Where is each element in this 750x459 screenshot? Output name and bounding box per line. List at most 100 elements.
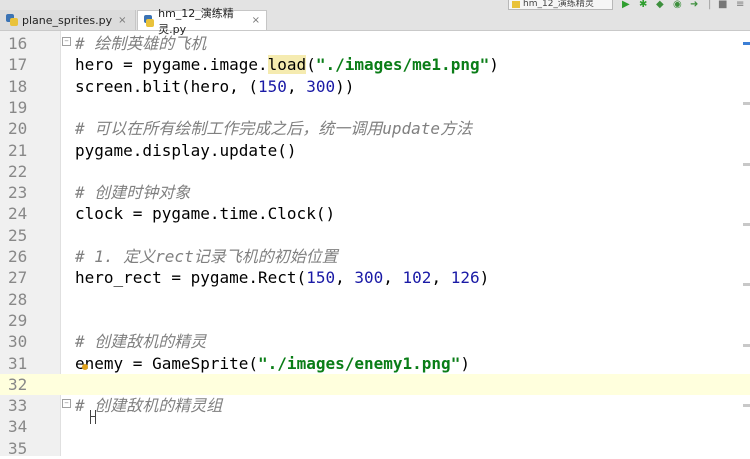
profile-icon[interactable]: ◉ bbox=[673, 0, 682, 10]
line-number: 26 bbox=[8, 247, 28, 266]
code-token: )) bbox=[335, 76, 355, 96]
code-token: 102 bbox=[402, 268, 432, 288]
coverage-icon[interactable]: ◆ bbox=[656, 0, 664, 10]
code-line[interactable]: 19 bbox=[0, 97, 750, 118]
code-line[interactable]: 28 bbox=[0, 289, 750, 310]
code-line[interactable]: 33 # 创建敌机的精灵组 bbox=[0, 395, 750, 416]
code-token: 126 bbox=[450, 268, 480, 288]
python-file-icon bbox=[512, 1, 520, 8]
code-text: screen.blit(hero, (150, 300)) bbox=[75, 76, 354, 97]
code-token: hero_rect = pygame.Rect( bbox=[75, 268, 307, 288]
line-number: 25 bbox=[8, 225, 28, 245]
code-line[interactable]: 23 # 创建时钟对象 bbox=[0, 182, 750, 203]
code-text: clock = pygame.time.Clock() bbox=[75, 203, 335, 224]
code-token: "./images/me1.png" bbox=[315, 55, 490, 75]
debug-icon[interactable]: ✱ bbox=[639, 0, 647, 10]
line-number: 31 bbox=[8, 353, 28, 373]
code-text: # 1. 定义rect记录飞机的初始位置 bbox=[75, 246, 338, 267]
code-token: # 绘制英雄的飞机 bbox=[75, 34, 207, 53]
scroll-marker[interactable] bbox=[743, 102, 750, 105]
code-line[interactable]: 27 hero_rect = pygame.Rect(150, 300, 102,… bbox=[0, 267, 750, 288]
code-line[interactable]: 24 clock = pygame.time.Clock() bbox=[0, 203, 750, 224]
scroll-marker[interactable] bbox=[743, 404, 750, 407]
code-token: screen.blit(hero, ( bbox=[75, 76, 259, 96]
code-line[interactable]: 17 hero = pygame.image.load("./images/me1… bbox=[0, 54, 750, 75]
code-line[interactable]: 25 bbox=[0, 225, 750, 246]
code-text: pygame.display.update() bbox=[75, 140, 297, 161]
line-number: 21 bbox=[8, 140, 28, 160]
fold-icon[interactable]: − bbox=[62, 399, 71, 408]
code-token: , bbox=[286, 76, 307, 96]
code-text: # 创建敌机的精灵组 bbox=[75, 395, 222, 416]
scroll-marker[interactable] bbox=[743, 223, 750, 226]
code-token: # 1. 定义rect记录飞机的初始位置 bbox=[75, 247, 338, 266]
tab-label: plane_sprites.py bbox=[22, 13, 113, 27]
line-number: 33 bbox=[8, 396, 28, 416]
code-line[interactable]: 31 enemy = GameSprite("./images/enemy1.pn… bbox=[0, 353, 750, 374]
settings-icon[interactable]: ≡ bbox=[736, 0, 744, 10]
code-token: ) bbox=[479, 268, 490, 288]
code-line[interactable]: 20 # 可以在所有绘制工作完成之后，统一调用update方法 bbox=[0, 118, 750, 139]
code-token: , bbox=[335, 268, 355, 288]
python-file-icon bbox=[144, 14, 155, 27]
concurrency-icon[interactable]: ➜ bbox=[690, 0, 698, 10]
line-number: 18 bbox=[8, 76, 28, 96]
line-number: 34 bbox=[8, 417, 28, 437]
close-icon[interactable]: × bbox=[252, 15, 260, 26]
scroll-marker[interactable] bbox=[743, 42, 750, 45]
code-token: enemy = GameSprite( bbox=[75, 353, 259, 373]
code-token: , bbox=[431, 268, 451, 288]
line-number: 29 bbox=[8, 310, 28, 330]
code-token: 150 bbox=[306, 268, 336, 288]
run-config-dropdown[interactable]: hm_12_演练精灵 bbox=[508, 0, 613, 10]
code-line[interactable]: 21 pygame.display.update() bbox=[0, 140, 750, 161]
line-number: 23 bbox=[8, 183, 28, 203]
fold-icon[interactable]: − bbox=[62, 37, 71, 46]
code-line[interactable]: 30 # 创建敌机的精灵 bbox=[0, 331, 750, 352]
code-text: # 创建时钟对象 bbox=[75, 182, 190, 203]
code-token: hero = pygame.image. bbox=[75, 55, 268, 75]
run-config-label: hm_12_演练精灵 bbox=[523, 0, 594, 9]
code-text: hero = pygame.image.load("./images/me1.p… bbox=[75, 54, 499, 75]
code-line[interactable]: 32 bbox=[0, 373, 750, 396]
code-token: clock = pygame.time.Clock() bbox=[75, 204, 336, 224]
run-icon[interactable]: ▶ bbox=[622, 0, 630, 10]
code-token: ( bbox=[306, 55, 316, 75]
code-line[interactable]: 26 # 1. 定义rect记录飞机的初始位置 bbox=[0, 246, 750, 267]
line-number: 19 bbox=[8, 97, 28, 117]
code-token: "./images/enemy1.png" bbox=[258, 353, 461, 373]
line-number: 17 bbox=[8, 55, 28, 75]
code-token: # 创建敌机的精灵组 bbox=[75, 396, 223, 416]
text-cursor-icon bbox=[90, 410, 96, 424]
scroll-marker[interactable] bbox=[743, 344, 750, 347]
scroll-marker[interactable] bbox=[743, 163, 750, 166]
code-text: # 绘制英雄的飞机 bbox=[75, 33, 206, 54]
code-line[interactable]: 34 bbox=[0, 416, 750, 437]
code-line[interactable]: 22 bbox=[0, 161, 750, 182]
code-line[interactable]: 16 # 绘制英雄的飞机 bbox=[0, 33, 750, 54]
code-token: ) bbox=[489, 55, 499, 75]
intention-bulb-icon[interactable] bbox=[82, 364, 88, 370]
code-token: 300 bbox=[354, 268, 384, 288]
code-token: load bbox=[267, 55, 307, 75]
scroll-marker[interactable] bbox=[743, 283, 750, 286]
stop-icon[interactable]: ■ bbox=[718, 0, 727, 10]
code-token: ) bbox=[460, 353, 470, 373]
code-token: , bbox=[383, 268, 403, 288]
editor-tab-bar: plane_sprites.py × hm_12_演练精灵.py × hm_12… bbox=[0, 0, 750, 36]
line-number: 24 bbox=[8, 204, 28, 224]
code-line[interactable]: 29 bbox=[0, 310, 750, 331]
code-token: 150 bbox=[258, 76, 287, 96]
code-text: # 创建敌机的精灵 bbox=[75, 331, 206, 352]
code-token: 300 bbox=[306, 76, 336, 96]
tab-hm12[interactable]: hm_12_演练精灵.py × bbox=[137, 7, 267, 36]
line-number: 28 bbox=[8, 289, 28, 309]
python-file-icon bbox=[6, 14, 18, 26]
line-number: 27 bbox=[8, 268, 28, 288]
line-number: 16 bbox=[8, 34, 28, 53]
tab-plane-sprites[interactable]: plane_sprites.py × bbox=[0, 10, 136, 30]
tab-label: hm_12_演练精灵.py bbox=[158, 6, 234, 36]
close-icon[interactable]: × bbox=[118, 15, 126, 26]
code-token: # 创建敌机的精灵 bbox=[75, 332, 207, 352]
code-line[interactable]: 18 screen.blit(hero, (150, 300)) bbox=[0, 76, 750, 97]
